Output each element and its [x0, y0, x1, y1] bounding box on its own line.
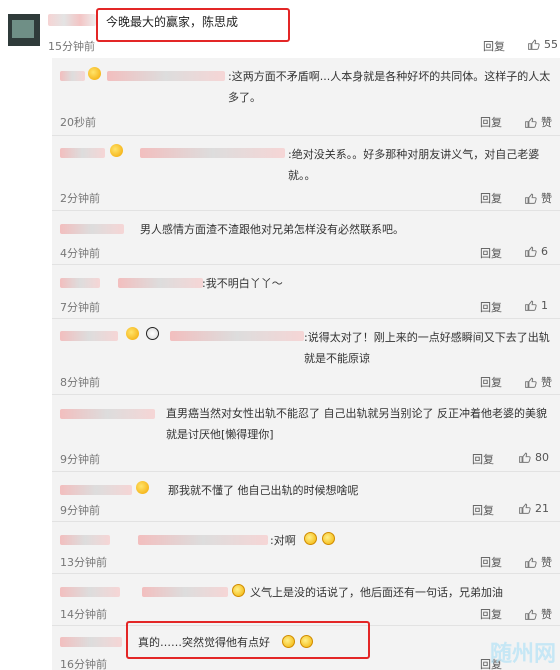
reply-text: :说得太对了！刚上来的一点好感瞬间又下去了出轨就是不能原谅	[304, 331, 550, 365]
reply-button[interactable]: 回复	[480, 554, 502, 570]
reply-text: :对啊	[270, 534, 296, 547]
emoji-icon	[126, 327, 139, 340]
reply-button[interactable]: 回复	[483, 38, 505, 54]
reply-time: 9分钟前	[60, 453, 100, 466]
thumb-up-icon	[524, 192, 537, 205]
like-button[interactable]: 赞	[524, 606, 552, 622]
reply-button[interactable]: 回复	[480, 114, 502, 130]
thumb-up-icon	[524, 299, 537, 312]
list-item: :我不明白丫丫～ 7分钟前 回复 1	[52, 265, 560, 319]
like-count: 赞	[541, 608, 552, 621]
laugh-cry-emoji-icon	[232, 584, 245, 597]
reply-text: :这两方面不矛盾啊...人本身就是各种好坏的共同体。这样子的人太多了。	[228, 70, 551, 104]
like-count: 1	[541, 299, 548, 312]
top-comment: 今晚最大的赢家，陈思成 15分钟前 回复 55	[0, 0, 560, 58]
reply-time: 20秒前	[60, 116, 96, 129]
reply-button[interactable]: 回复	[480, 374, 502, 390]
like-button[interactable]: 赞	[524, 374, 552, 390]
reply-button[interactable]: 回复	[480, 299, 502, 315]
laugh-cry-emoji-icon	[304, 532, 317, 545]
reply-text: 义气上是没的话说了，他后面还有一句话，兄弟加油	[250, 586, 503, 599]
thumb-up-icon	[524, 556, 537, 569]
reply-button[interactable]: 回复	[480, 606, 502, 622]
laugh-cry-emoji-icon	[322, 532, 335, 545]
comment-time: 15分钟前	[48, 40, 95, 53]
like-count: 赞	[541, 192, 552, 205]
thumb-up-icon	[518, 502, 531, 515]
like-count: 赞	[541, 116, 552, 129]
like-count: 55	[544, 38, 558, 51]
thumb-up-icon	[524, 245, 537, 258]
like-button[interactable]: 赞	[524, 554, 552, 570]
like-count: 21	[535, 502, 549, 515]
reply-time: 8分钟前	[60, 376, 100, 389]
highlight-box	[126, 621, 370, 659]
highlight-box	[96, 8, 290, 42]
like-button[interactable]: 赞	[524, 190, 552, 206]
reply-text: 那我就不懂了 他自己出轨的时候想啥呢	[168, 484, 359, 497]
list-item: :说得太对了！刚上来的一点好感瞬间又下去了出轨就是不能原谅 8分钟前 回复 赞	[52, 319, 560, 395]
list-item: 直男癌当然对女性出轨不能忍了 自己出轨就另当别论了 反正冲着他老婆的美貌就是讨厌…	[52, 395, 560, 472]
watermark: 随州网	[489, 642, 556, 667]
reply-button[interactable]: 回复	[472, 502, 494, 518]
like-button[interactable]: 1	[524, 299, 548, 312]
list-item: 男人感情方面渣不渣跟他对兄弟怎样没有必然联系吧。 4分钟前 回复 6	[52, 211, 560, 265]
list-item: 那我就不懂了 他自己出轨的时候想啥呢 9分钟前 回复 21	[52, 472, 560, 522]
reply-time: 2分钟前	[60, 192, 100, 205]
like-count: 赞	[541, 556, 552, 569]
thumb-up-icon	[524, 376, 537, 389]
emoji-icon	[136, 481, 149, 494]
like-count: 赞	[541, 376, 552, 389]
thumb-up-icon	[527, 38, 540, 51]
list-item: :这两方面不矛盾啊...人本身就是各种好坏的共同体。这样子的人太多了。 20秒前…	[52, 58, 560, 136]
reply-time: 9分钟前	[60, 504, 100, 517]
panda-emoji-icon	[146, 327, 159, 340]
reply-text: 直男癌当然对女性出轨不能忍了 自己出轨就另当别论了 反正冲着他老婆的美貌就是讨厌…	[166, 407, 547, 441]
reply-text: :我不明白丫丫～	[202, 277, 283, 290]
reply-list: :这两方面不矛盾啊...人本身就是各种好坏的共同体。这样子的人太多了。 20秒前…	[52, 58, 560, 670]
like-button[interactable]: 赞	[524, 114, 552, 130]
reply-time: 7分钟前	[60, 301, 100, 314]
user-name[interactable]	[48, 14, 96, 26]
list-item: :对啊 13分钟前 回复 赞	[52, 522, 560, 574]
list-item: 义气上是没的话说了，他后面还有一句话，兄弟加油 14分钟前 回复 赞	[52, 574, 560, 626]
reply-button[interactable]: 回复	[480, 245, 502, 261]
reply-time: 14分钟前	[60, 608, 107, 621]
like-count: 6	[541, 245, 548, 258]
reply-time: 13分钟前	[60, 556, 107, 569]
thumb-up-icon	[518, 451, 531, 464]
reply-text: :绝对没关系。。好多那种对朋友讲义气，对自己老婆就。。	[288, 148, 540, 182]
like-button[interactable]: 21	[518, 502, 549, 515]
reply-text: 男人感情方面渣不渣跟他对兄弟怎样没有必然联系吧。	[140, 223, 404, 236]
thumb-up-icon	[524, 116, 537, 129]
like-count: 80	[535, 451, 549, 464]
emoji-icon	[110, 144, 123, 157]
list-item: :绝对没关系。。好多那种对朋友讲义气，对自己老婆就。。 2分钟前 回复 赞	[52, 136, 560, 211]
thumb-up-icon	[524, 608, 537, 621]
reply-time: 4分钟前	[60, 247, 100, 260]
like-button[interactable]: 80	[518, 451, 549, 464]
like-button[interactable]: 55	[527, 38, 558, 51]
like-button[interactable]: 6	[524, 245, 548, 258]
reply-button[interactable]: 回复	[480, 190, 502, 206]
reply-time: 16分钟前	[60, 658, 107, 670]
reply-button[interactable]: 回复	[472, 451, 494, 467]
avatar[interactable]	[8, 14, 40, 46]
emoji-icon	[88, 67, 101, 80]
